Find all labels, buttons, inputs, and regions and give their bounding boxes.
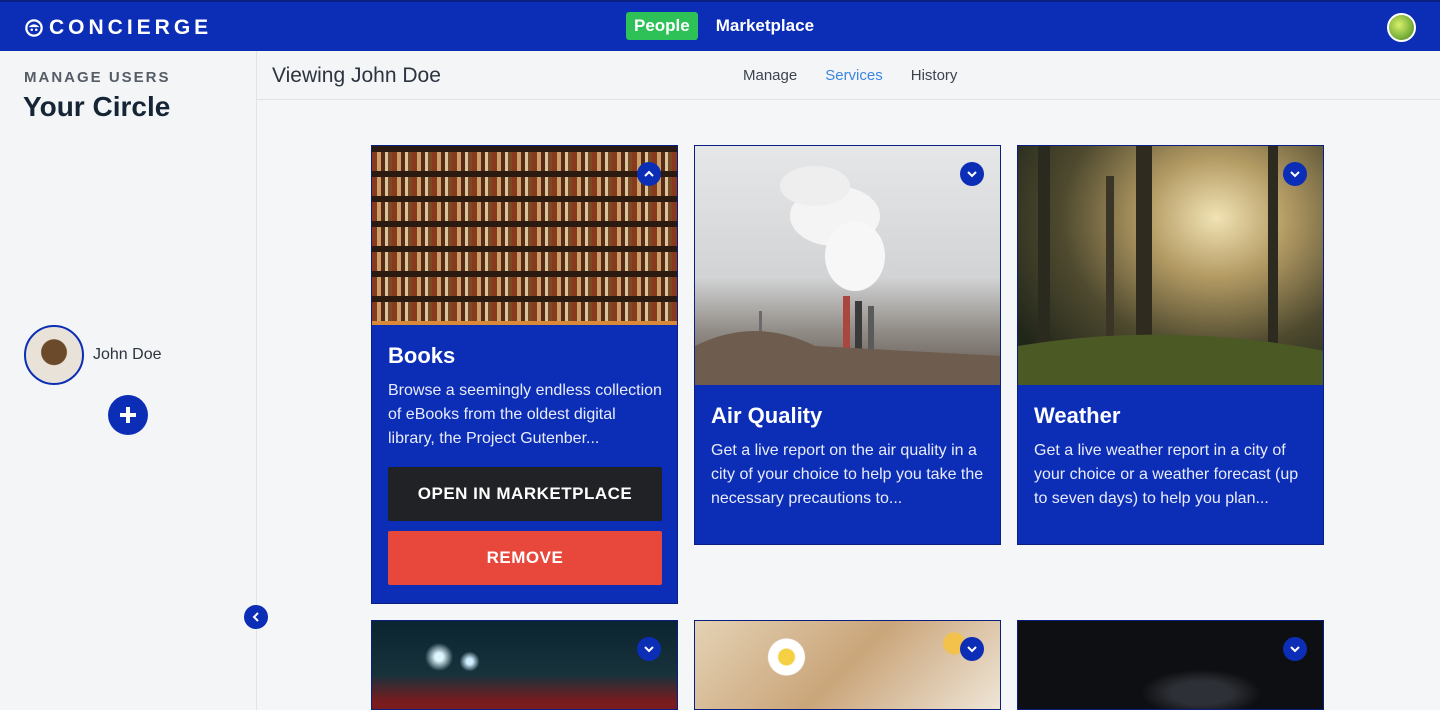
add-user-button[interactable] [108,395,148,435]
card-title: Air Quality [711,403,823,428]
books-image [372,146,677,325]
user-name: John Doe [93,346,162,363]
nav-marketplace[interactable]: Marketplace [716,16,814,36]
factory-illustration [695,166,1000,385]
card-description: Get a live report on the air quality in … [711,442,984,507]
sidebar-title: Your Circle [23,91,171,122]
collapse-card-button[interactable] [637,162,661,186]
forest-illustration [1018,146,1323,385]
main-nav: People Marketplace [626,12,814,40]
logo-text: CONCIERGE [49,16,213,39]
sidebar: MANAGE USERS Your Circle John Doe [0,51,257,710]
service-card-air-quality[interactable]: Air Quality Get a live report on the air… [694,145,1001,545]
tab-history[interactable]: History [911,67,958,84]
night-city-image [372,621,677,709]
chevron-down-icon [644,646,654,653]
tab-manage[interactable]: Manage [743,67,797,84]
nav-people[interactable]: People [626,12,698,40]
chevron-down-icon [1290,646,1300,653]
chevron-down-icon [967,646,977,653]
weather-image [1018,146,1323,385]
chevron-down-icon [1290,171,1300,178]
remove-button[interactable]: REMOVE [388,531,662,585]
service-card-weather[interactable]: Weather Get a live weather report in a c… [1017,145,1324,545]
page-header: Viewing John Doe Manage Services History [257,51,1440,100]
card-description: Browse a seemingly endless collection of… [388,382,662,447]
phone-image [1018,621,1323,709]
card-title: Weather [1034,403,1121,428]
expand-card-button[interactable] [1283,637,1307,661]
tab-bar: Manage Services History [743,67,957,84]
service-card-5[interactable] [694,620,1001,710]
open-in-marketplace-button[interactable]: OPEN IN MARKETPLACE [388,467,662,521]
concierge-logo-icon [25,19,43,37]
air-quality-image [695,146,1000,385]
tab-services[interactable]: Services [825,67,883,84]
card-description: Get a live weather report in a city of y… [1034,442,1299,507]
chevron-up-icon [644,170,654,177]
plus-icon [120,407,136,423]
collapse-sidebar-button[interactable] [244,605,268,629]
service-card-4[interactable] [371,620,678,710]
user-avatar[interactable] [24,325,84,385]
top-navbar: CONCIERGE People Marketplace [0,0,1440,51]
sidebar-section-label: MANAGE USERS [24,69,171,86]
expand-card-button[interactable] [960,162,984,186]
food-image [695,621,1000,709]
chevron-left-icon [252,612,259,622]
service-card-books[interactable]: Books Browse a seemingly endless collect… [371,145,678,604]
app-logo[interactable]: CONCIERGE [25,16,212,40]
expand-card-button[interactable] [1283,162,1307,186]
expand-card-button[interactable] [637,637,661,661]
card-title: Books [388,343,456,368]
page-title: Viewing John Doe [272,64,441,87]
chevron-down-icon [967,171,977,178]
account-avatar[interactable] [1387,13,1416,42]
user-item-john-doe[interactable]: John Doe [24,325,162,385]
service-card-6[interactable] [1017,620,1324,710]
expand-card-button[interactable] [960,637,984,661]
